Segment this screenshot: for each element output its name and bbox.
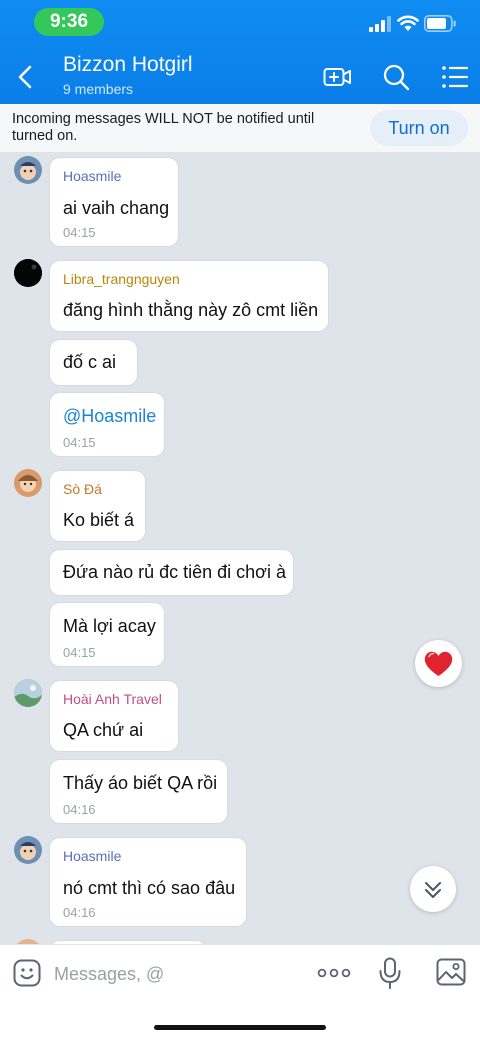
message-time: 04:16 (63, 802, 96, 817)
message-time: 04:16 (63, 905, 96, 920)
message-text: ai vaih chang (63, 198, 170, 218)
image-icon[interactable] (436, 958, 466, 986)
avatar[interactable] (14, 259, 42, 287)
microphone-icon[interactable] (378, 957, 402, 989)
member-count[interactable]: 9 members (63, 81, 133, 97)
message-time: 04:15 (63, 645, 96, 660)
message-text: Thấy áo biết QA rồi (63, 773, 218, 793)
list-menu-icon[interactable] (440, 62, 470, 92)
message-input[interactable] (52, 957, 306, 991)
message-text: đăng hình thằng này zô cmt liền (63, 300, 319, 320)
notification-banner: Incoming messages WILL NOT be notified u… (0, 104, 480, 152)
chat-title[interactable]: Bizzon Hotgirl (63, 53, 193, 77)
cellular-signal-icon (369, 16, 391, 32)
message-list[interactable]: Hoasmile ai vaih chang 04:15 Libra_trang… (0, 152, 480, 944)
message-bubble[interactable]: Hoasmile ai vaih chang 04:15 (50, 158, 178, 246)
message-time: 04:15 (63, 225, 96, 240)
message-text: nó cmt thì có sao đâu (63, 878, 236, 898)
message-bubble[interactable]: Sò Đá Ko biết á (50, 471, 145, 541)
sender-name: Hoasmile (63, 848, 122, 864)
message-composer (0, 944, 480, 1040)
sender-name: Libra_trangnguyen (63, 271, 180, 287)
message-text: đố c ai (63, 352, 117, 372)
notification-text: Incoming messages WILL NOT be notified u… (12, 111, 315, 144)
status-bar: 9:36 (0, 0, 480, 44)
heart-icon (424, 651, 453, 676)
message-bubble[interactable]: Mà lợi acay 04:15 (50, 603, 164, 666)
message-bubble[interactable]: @Hoasmile 04:15 (50, 393, 164, 456)
heart-reaction-button[interactable] (415, 640, 462, 687)
avatar[interactable] (14, 679, 42, 707)
back-icon[interactable] (12, 62, 38, 92)
message-time: 04:15 (63, 435, 96, 450)
message-bubble[interactable]: đố c ai (50, 340, 137, 385)
message-text: QA chứ ai (63, 720, 144, 740)
mention-text[interactable]: @Hoasmile (63, 406, 156, 427)
video-plus-icon[interactable] (322, 62, 352, 92)
message-bubble[interactable]: Hoài Anh Travel QA chứ ai (50, 681, 178, 751)
emoji-icon[interactable] (13, 959, 41, 987)
double-chevron-down-icon (425, 882, 441, 898)
status-time: 9:36 (34, 8, 104, 36)
message-text: Đứa nào rủ đc tiên đi chơi à (63, 562, 286, 582)
chat-header: 9:36 Bizzon Hotgirl 9 members (0, 0, 480, 104)
message-text: Mà lợi acay (63, 616, 156, 636)
sender-name: Sò Đá (63, 481, 102, 497)
avatar[interactable] (14, 469, 42, 497)
wifi-icon (397, 15, 419, 31)
turn-on-button[interactable]: Turn on (370, 110, 468, 146)
sender-name: Hoài Anh Travel (63, 691, 162, 707)
message-bubble[interactable]: Hoasmile nó cmt thì có sao đâu 04:16 (50, 838, 246, 926)
scroll-to-bottom-button[interactable] (410, 866, 456, 912)
battery-icon (424, 15, 456, 32)
message-bubble[interactable]: Thấy áo biết QA rồi 04:16 (50, 760, 227, 823)
avatar[interactable] (14, 836, 42, 864)
search-icon[interactable] (381, 62, 411, 92)
message-bubble[interactable]: Đứa nào rủ đc tiên đi chơi à (50, 550, 293, 595)
message-bubble[interactable]: Libra_trangnguyen đăng hình thằng này zô… (50, 261, 328, 331)
sender-name: Hoasmile (63, 168, 122, 184)
home-indicator (154, 1025, 326, 1030)
message-text: Ko biết á (63, 510, 135, 530)
avatar[interactable] (14, 156, 42, 184)
more-dots-icon[interactable] (317, 965, 351, 981)
